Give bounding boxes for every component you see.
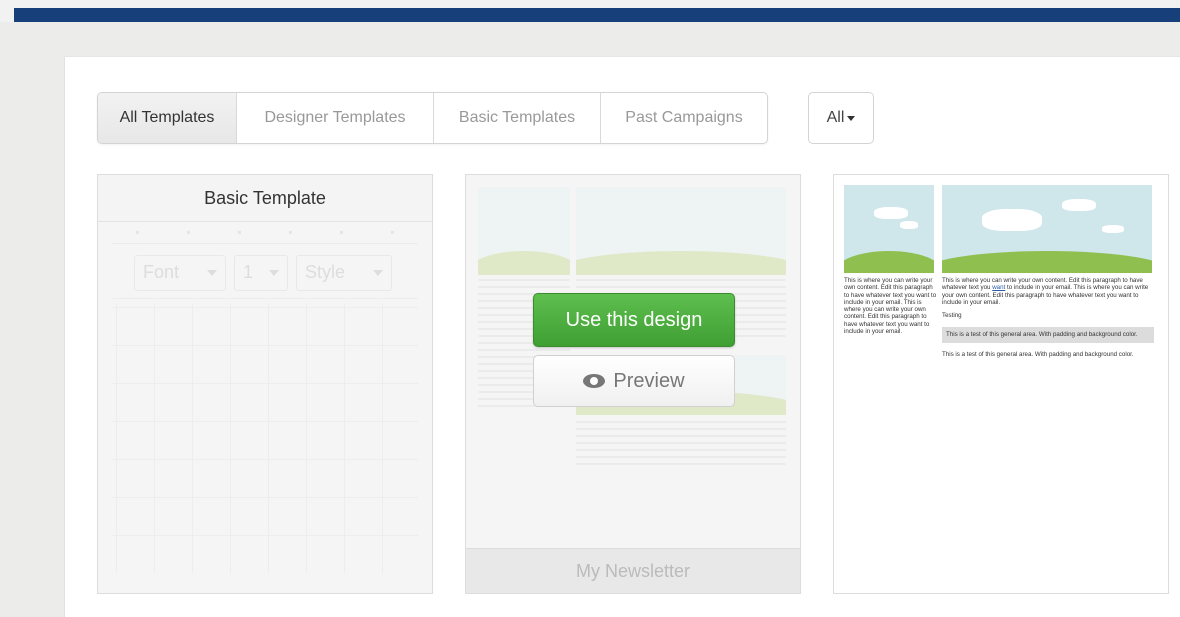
landscape-image-preview — [576, 187, 786, 275]
preview-footer-text: This is a test of this general area. Wit… — [942, 350, 1134, 358]
landscape-image — [942, 185, 1152, 273]
caret-down-icon — [847, 115, 856, 121]
template-card-basic[interactable]: Basic Template ▪ ▪ ▪ ▪ ▪ ▪ Font 1 Style — [97, 174, 433, 594]
faded-toolbar: ▪ ▪ ▪ ▪ ▪ ▪ — [112, 221, 418, 244]
filter-label: All — [826, 109, 845, 126]
filter-dropdown-button[interactable]: All — [808, 92, 874, 144]
preview-text-left: This is where you can write your own con… — [844, 277, 937, 336]
format-icon: ▪ — [339, 225, 344, 239]
format-icon: ▪ — [186, 225, 191, 239]
format-icon: ▪ — [237, 225, 242, 239]
top-accent-bar — [14, 8, 1180, 22]
caret-down-icon — [373, 269, 383, 276]
preview-label: Preview — [613, 369, 685, 392]
caret-down-icon — [269, 269, 279, 276]
faded-format-selects: Font 1 Style — [112, 247, 418, 299]
card-footer-title: My Newsletter — [466, 548, 800, 593]
landscape-image-preview — [478, 187, 570, 275]
size-select-preview: 1 — [234, 254, 288, 291]
landscape-image — [844, 185, 934, 273]
style-select-preview: Style — [296, 254, 392, 291]
format-icon: ▪ — [135, 225, 140, 239]
preview-subheading: Testing — [942, 312, 962, 320]
card-title: Basic Template — [98, 175, 432, 222]
eye-icon — [583, 374, 606, 388]
preview-button[interactable]: Preview — [533, 355, 735, 407]
top-bar — [0, 0, 1180, 22]
caret-down-icon — [207, 269, 217, 276]
preview-link: want — [992, 284, 1006, 292]
use-this-design-button[interactable]: Use this design — [533, 293, 735, 347]
preview-text-right: This is where you can write your own con… — [942, 277, 1154, 358]
format-icon: ▪ — [390, 225, 395, 239]
tab-all-templates[interactable]: All Templates — [98, 93, 237, 143]
preview-highlight-box: This is a test of this general area. Wit… — [942, 327, 1154, 343]
text-placeholder-lines — [576, 421, 786, 469]
font-select-preview: Font — [134, 254, 226, 291]
format-icon: ▪ — [288, 225, 293, 239]
tab-basic-templates[interactable]: Basic Templates — [434, 93, 601, 143]
tab-designer-templates[interactable]: Designer Templates — [237, 93, 434, 143]
template-card-newsletter[interactable]: Use this design Preview My Newsletter — [465, 174, 801, 594]
template-card-preview[interactable]: This is where you can write your own con… — [833, 174, 1169, 594]
tab-past-campaigns[interactable]: Past Campaigns — [601, 93, 767, 143]
layout-grid-preview — [112, 303, 418, 573]
template-tabs: All Templates Designer Templates Basic T… — [97, 92, 768, 144]
